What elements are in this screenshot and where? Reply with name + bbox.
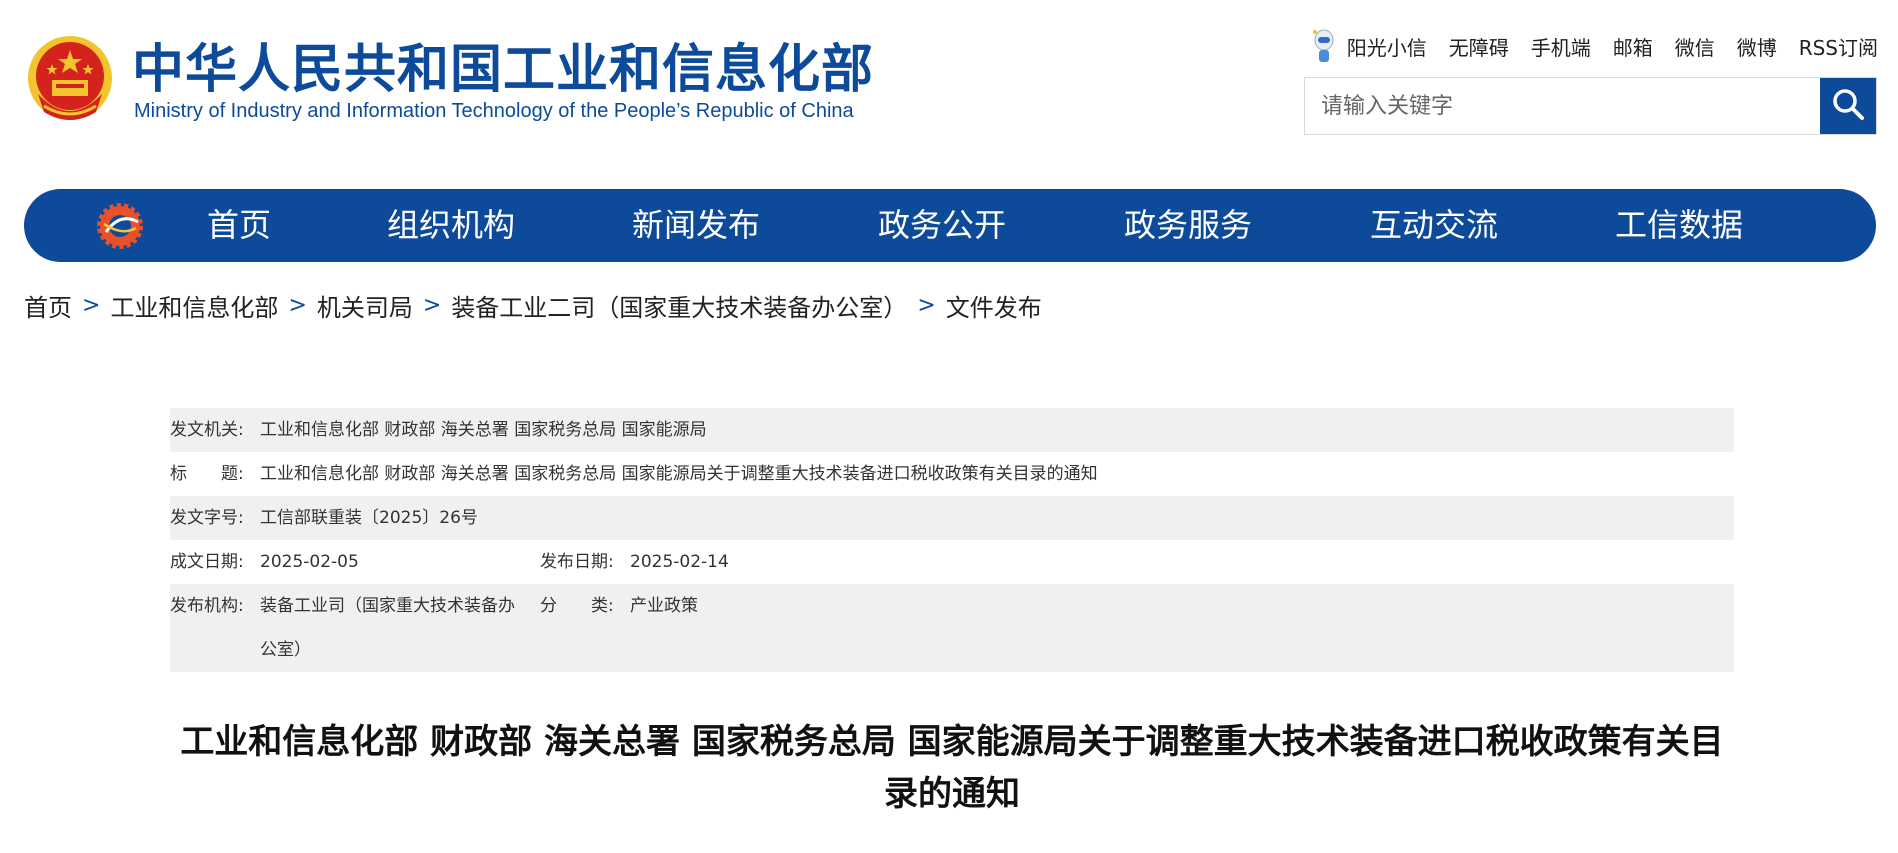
meta-published-date: 2025-02-14 [630, 552, 729, 572]
meta-label: 发文机关: [170, 420, 244, 440]
main-nav: 首页 组织机构 新闻发布 政务公开 政务服务 互动交流 工信数据 [24, 189, 1876, 262]
document-title: 工业和信息化部 财政部 海关总署 国家税务总局 国家能源局关于调整重大技术装备进… [180, 722, 1724, 814]
meta-label: 发布日期: [540, 552, 614, 572]
search-box [1304, 77, 1877, 135]
meta-label: 发文字号: [170, 508, 244, 528]
site-title: 中华人民共和国工业和信息化部 [132, 40, 875, 100]
meta-created-cell: 成文日期: 2025-02-05 [170, 540, 540, 584]
breadcrumb-departments[interactable]: 机关司局 [317, 288, 413, 323]
nav-home[interactable]: 首页 [207, 189, 271, 262]
breadcrumb-home[interactable]: 首页 [24, 288, 72, 323]
breadcrumb-separator: > [422, 293, 442, 318]
meta-published-cell: 发布日期: 2025-02-14 [540, 540, 729, 584]
meta-row-dates: 成文日期: 2025-02-05 发布日期: 2025-02-14 [170, 540, 1734, 584]
meta-doc-number: 工信部联重装〔2025〕26号 [260, 508, 478, 528]
nav-data[interactable]: 工信数据 [1615, 189, 1743, 262]
search-input[interactable] [1305, 78, 1820, 134]
link-accessibility[interactable]: 无障碍 [1449, 32, 1509, 61]
meta-label: 成文日期: [170, 552, 244, 572]
link-mobile[interactable]: 手机端 [1531, 32, 1591, 61]
nav-government-services[interactable]: 政务服务 [1124, 189, 1252, 262]
meta-category: 产业政策 [630, 596, 698, 616]
meta-row-doc-number: 发文字号: 工信部联重装〔2025〕26号 [170, 496, 1734, 540]
link-wechat[interactable]: 微信 [1675, 32, 1715, 61]
meta-label: 发布机构: [170, 596, 244, 616]
gear-emblem-icon [96, 202, 144, 250]
breadcrumb-miit[interactable]: 工业和信息化部 [110, 288, 278, 323]
nav-interaction[interactable]: 互动交流 [1370, 189, 1498, 262]
meta-category-cell: 分 类: 产业政策 [540, 584, 698, 628]
mascot-icon[interactable] [1311, 28, 1337, 64]
link-weibo[interactable]: 微博 [1737, 32, 1777, 61]
link-mailbox[interactable]: 邮箱 [1613, 32, 1653, 61]
meta-row-org: 发布机构: 装备工业司（国家重大技术装备办公室） 分 类: 产业政策 [170, 584, 1734, 672]
nav-government-affairs[interactable]: 政务公开 [878, 189, 1006, 262]
meta-created-date: 2025-02-05 [260, 552, 359, 572]
meta-row-issuer: 发文机关: 工业和信息化部 财政部 海关总署 国家税务总局 国家能源局 [170, 408, 1734, 452]
document-metadata: 发文机关: 工业和信息化部 财政部 海关总署 国家税务总局 国家能源局 标 题:… [170, 408, 1734, 672]
meta-row-title: 标 题: 工业和信息化部 财政部 海关总署 国家税务总局 国家能源局关于调整重大… [170, 452, 1734, 496]
meta-label: 标 题: [170, 464, 244, 484]
breadcrumb-separator: > [288, 293, 307, 318]
nav-news[interactable]: 新闻发布 [632, 189, 760, 262]
breadcrumb: 首页 > 工业和信息化部 > 机关司局 > 装备工业二司（国家重大技术装备办公室… [24, 288, 1042, 323]
breadcrumb-separator: > [82, 293, 101, 318]
meta-org: 装备工业司（国家重大技术装备办公室） [260, 596, 515, 660]
site-subtitle: Ministry of Industry and Information Tec… [134, 100, 854, 122]
breadcrumb-equipment-dept[interactable]: 装备工业二司（国家重大技术装备办公室） [451, 288, 907, 323]
meta-title: 工业和信息化部 财政部 海关总署 国家税务总局 国家能源局关于调整重大技术装备进… [260, 464, 1098, 484]
meta-org-cell: 发布机构: 装备工业司（国家重大技术装备办公室） [170, 584, 540, 672]
breadcrumb-separator: > [917, 293, 936, 318]
meta-issuer: 工业和信息化部 财政部 海关总署 国家税务总局 国家能源局 [260, 420, 707, 440]
link-sunshine-xiaoxin[interactable]: 阳光小信 [1347, 32, 1427, 61]
link-rss[interactable]: RSS订阅 [1799, 32, 1878, 61]
meta-label: 分 类: [540, 596, 614, 616]
top-links: 阳光小信 无障碍 手机端 邮箱 微信 微博 RSS订阅 [1311, 28, 1878, 64]
search-icon [1831, 87, 1865, 125]
national-emblem-icon[interactable] [24, 32, 116, 128]
nav-organization[interactable]: 组织机构 [387, 189, 515, 262]
search-button[interactable] [1820, 78, 1876, 134]
breadcrumb-file-release[interactable]: 文件发布 [946, 288, 1042, 323]
